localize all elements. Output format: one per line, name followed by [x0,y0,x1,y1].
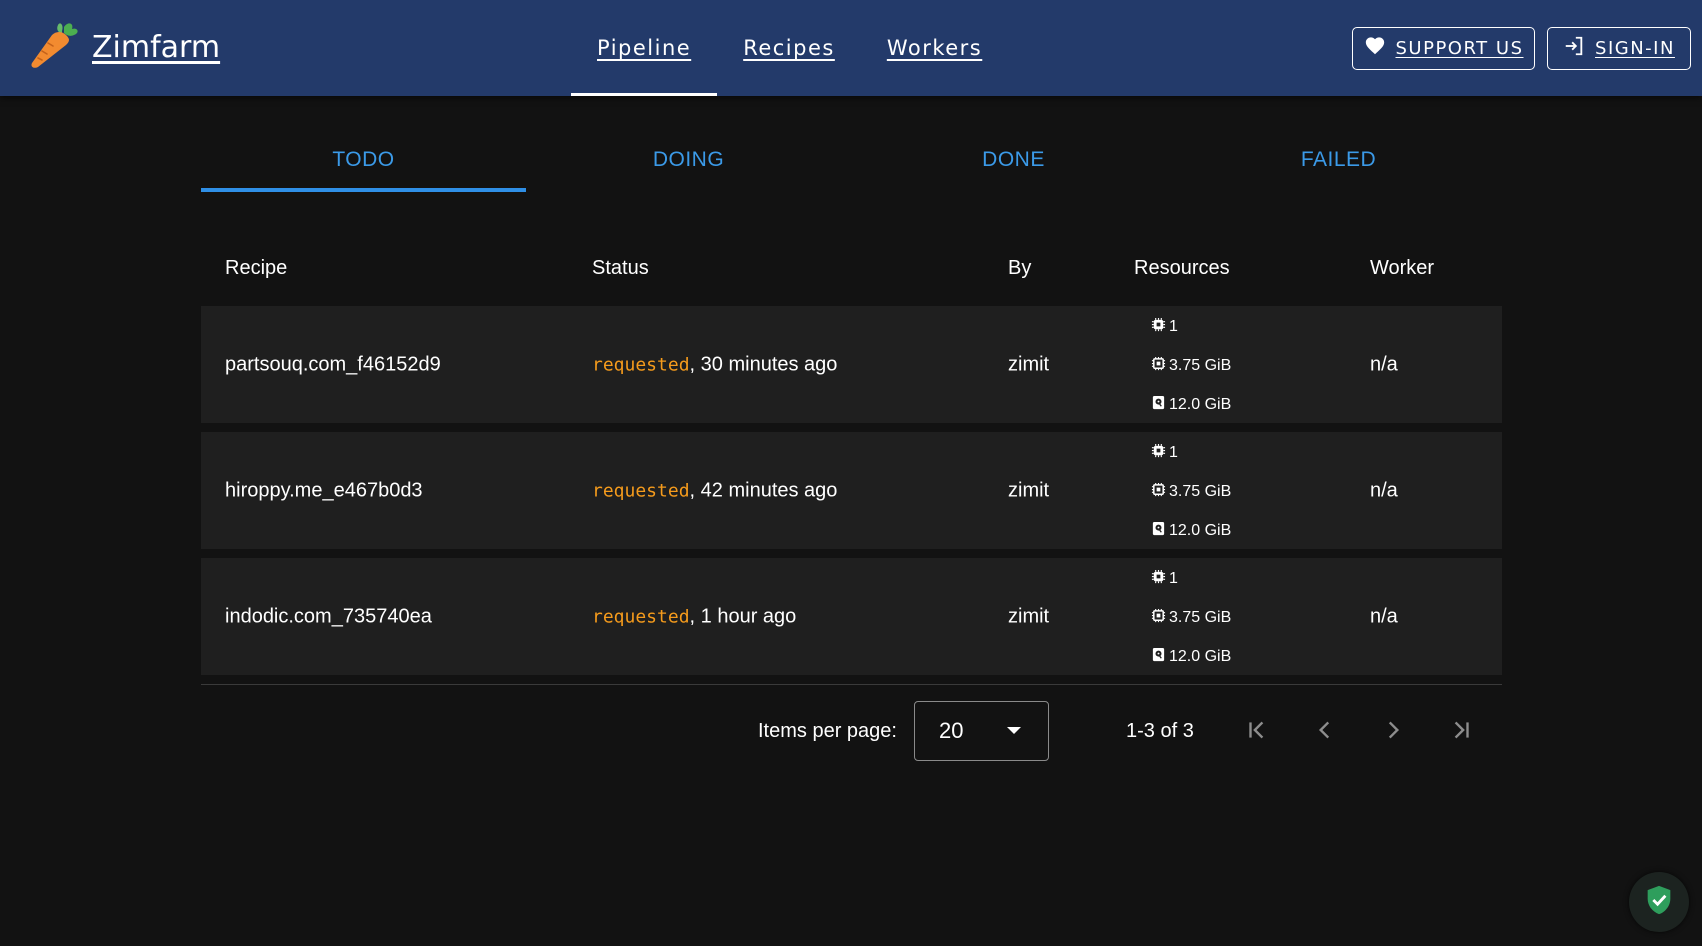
brand-link[interactable]: Zimfarm [28,22,220,72]
memory-resource: 3.75 GiB [1151,607,1231,629]
last-page-icon [1448,717,1474,748]
tab-done[interactable]: DONE [851,128,1176,192]
brand-name: Zimfarm [92,29,221,65]
disk-value: 12.0 GiB [1169,396,1232,413]
previous-page-button[interactable] [1305,712,1345,752]
sign-in-button[interactable]: SIGN-IN [1547,27,1691,70]
support-us-button[interactable]: SUPPORT US [1352,27,1535,70]
security-badge[interactable] [1629,872,1689,932]
memory-value: 3.75 GiB [1169,357,1232,374]
disk-value: 12.0 GiB [1169,522,1232,539]
status-cell: requested, 30 minutes ago [592,353,837,376]
shield-check-icon [1642,883,1676,922]
table-row[interactable]: partsouq.com_f46152d9 requested, 30 minu… [201,306,1502,423]
nav-pipeline[interactable]: Pipeline [571,0,718,96]
support-us-label: SUPPORT US [1395,38,1524,59]
cpu-resource: 1 [1151,568,1231,590]
items-per-page-value: 20 [939,718,964,743]
memory-resource: 3.75 GiB [1151,355,1231,377]
memory-resource: 3.75 GiB [1151,481,1231,503]
memory-icon [1151,482,1166,502]
pipeline-tabs: TODO DOING DONE FAILED [201,128,1501,192]
chevron-right-icon [1380,717,1406,748]
cpu-icon [1151,569,1166,589]
status-time: , 1 hour ago [689,605,797,627]
table-header: Recipe Status By Resources Worker [201,230,1502,306]
status-badge: requested [592,480,690,501]
column-header-worker[interactable]: Worker [1370,257,1434,280]
status-badge: requested [592,354,690,375]
cpu-value: 1 [1169,444,1178,461]
nav-recipes[interactable]: Recipes [717,0,861,96]
requested-by: zimit [1008,353,1050,375]
page-range: 1-3 of 3 [1126,720,1194,742]
tab-failed[interactable]: FAILED [1176,128,1501,192]
resources-cell: 1 3.75 GiB 12.0 GiB [1151,568,1231,668]
worker-name: n/a [1370,353,1398,375]
first-page-icon [1244,717,1270,748]
table-row[interactable]: hiroppy.me_e467b0d3 requested, 42 minute… [201,432,1502,549]
cpu-resource: 1 [1151,442,1231,464]
disk-icon [1151,521,1166,541]
disk-resource: 12.0 GiB [1151,394,1231,416]
items-per-page-select[interactable]: 20 [914,701,1049,761]
cpu-value: 1 [1169,570,1178,587]
status-badge: requested [592,606,690,627]
carrot-icon [28,19,80,76]
disk-resource: 12.0 GiB [1151,520,1231,542]
status-cell: requested, 1 hour ago [592,605,796,628]
heart-icon [1364,35,1386,62]
resources-cell: 1 3.75 GiB 12.0 GiB [1151,442,1231,542]
memory-value: 3.75 GiB [1169,483,1232,500]
table-row[interactable]: indodic.com_735740ea requested, 1 hour a… [201,558,1502,675]
status-cell: requested, 42 minutes ago [592,479,837,502]
table-divider [201,684,1502,685]
memory-icon [1151,356,1166,376]
tab-doing[interactable]: DOING [526,128,851,192]
recipe-name[interactable]: partsouq.com_f46152d9 [225,353,441,376]
memory-value: 3.75 GiB [1169,609,1232,626]
worker-name: n/a [1370,479,1398,501]
memory-icon [1151,608,1166,628]
cpu-icon [1151,443,1166,463]
disk-resource: 12.0 GiB [1151,646,1231,668]
resources-cell: 1 3.75 GiB 12.0 GiB [1151,316,1231,416]
cpu-value: 1 [1169,318,1178,335]
column-header-by[interactable]: By [1008,257,1031,280]
column-header-resources[interactable]: Resources [1134,257,1230,280]
chevron-left-icon [1312,717,1338,748]
requested-by: zimit [1008,605,1050,627]
login-icon [1563,35,1585,62]
recipe-name[interactable]: indodic.com_735740ea [225,605,432,628]
column-header-recipe[interactable]: Recipe [225,257,287,280]
cpu-icon [1151,317,1166,337]
cpu-resource: 1 [1151,316,1231,338]
worker-name: n/a [1370,605,1398,627]
status-time: , 42 minutes ago [689,479,838,501]
requested-by: zimit [1008,479,1050,501]
first-page-button[interactable] [1237,712,1277,752]
disk-icon [1151,395,1166,415]
tab-todo[interactable]: TODO [201,128,526,192]
pipeline-table: Recipe Status By Resources Worker partso… [201,230,1502,675]
status-time: , 30 minutes ago [689,353,838,375]
recipe-name[interactable]: hiroppy.me_e467b0d3 [225,479,423,502]
sign-in-label: SIGN-IN [1595,38,1675,59]
items-per-page-label: Items per page: [758,720,897,742]
app-bar: Zimfarm Pipeline Recipes Workers SUPPORT… [0,0,1702,96]
main-nav: Pipeline Recipes Workers [571,0,1008,96]
disk-icon [1151,647,1166,667]
column-header-status[interactable]: Status [592,257,649,280]
last-page-button[interactable] [1441,712,1481,752]
nav-workers[interactable]: Workers [861,0,1008,96]
disk-value: 12.0 GiB [1169,648,1232,665]
next-page-button[interactable] [1373,712,1413,752]
